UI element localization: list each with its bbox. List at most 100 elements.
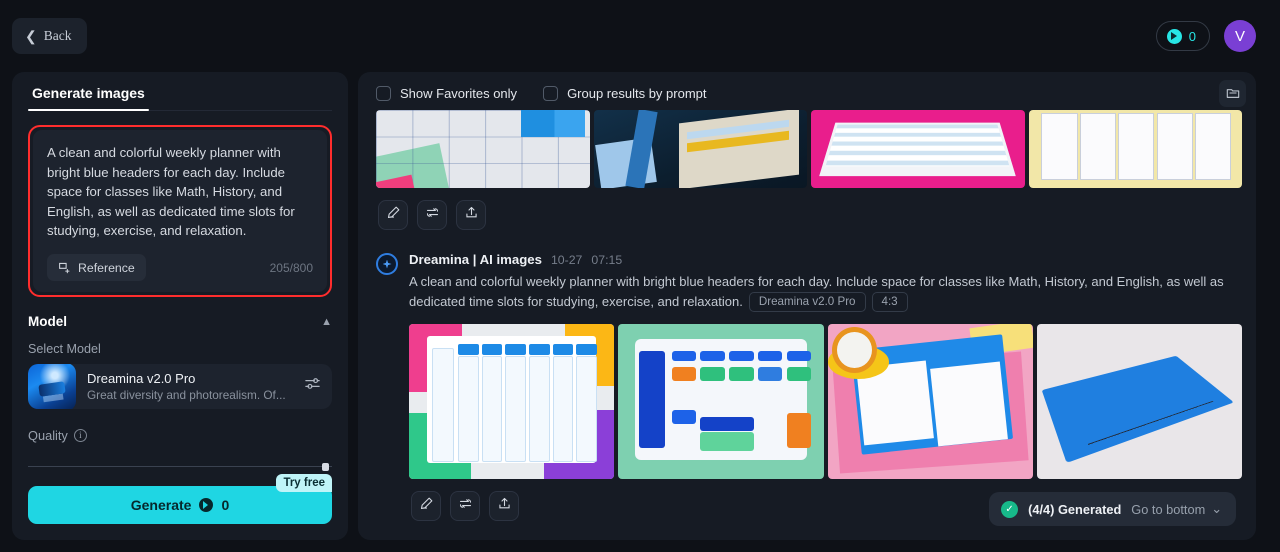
tag-ratio: 4:3 [871, 291, 908, 312]
model-description: Great diversity and photorealism. Of... [87, 387, 286, 402]
model-section-title: Model [28, 314, 67, 330]
top-bar: ❮ Back 0 V [0, 0, 1280, 72]
quality-label: Quality [28, 427, 68, 443]
sidebar: Generate images A clean and colorful wee… [12, 72, 348, 540]
upload-icon [497, 496, 512, 516]
image-content [827, 323, 1033, 479]
previous-result-actions [378, 200, 1242, 230]
regenerate-button[interactable] [450, 490, 480, 521]
credit-coin-icon [1166, 28, 1182, 44]
image-content [409, 323, 615, 479]
avatar-initial: V [1234, 27, 1245, 45]
back-label: Back [43, 28, 72, 43]
entry-title-row: Dreamina | AI images 10-27 07:15 [409, 252, 1242, 267]
model-thumbnail [28, 364, 76, 409]
result-entry: Dreamina | AI images 10-27 07:15 A clean… [376, 252, 1242, 521]
results-toolbar: Show Favorites only Group results by pro… [358, 76, 1256, 110]
quality-header: Quality i [28, 428, 332, 443]
model-selector[interactable]: Dreamina v2.0 Pro Great diversity and ph… [28, 364, 332, 409]
tag-model: Dreamina v2.0 Pro [748, 291, 866, 312]
model-name: Dreamina v2.0 Pro [87, 370, 196, 386]
chevron-left-icon: ❮ [25, 28, 37, 44]
show-favorites-label: Show Favorites only [400, 85, 518, 101]
reference-button[interactable]: Reference [47, 254, 146, 282]
spark-glyph [382, 259, 392, 269]
chevron-down-icon: ⌄ [1211, 501, 1222, 516]
prompt-input[interactable]: A clean and colorful weekly planner with… [47, 143, 313, 243]
pencil-icon [386, 205, 401, 225]
generated-image[interactable] [376, 110, 590, 188]
quality-slider[interactable] [28, 461, 332, 472]
slider-track [28, 465, 332, 468]
loop-arrows-icon [425, 205, 440, 225]
group-results-checkbox[interactable]: Group results by prompt [543, 85, 707, 101]
app-root: ❮ Back 0 V Generate images A clean and c… [0, 0, 1280, 552]
generated-image[interactable] [827, 323, 1033, 479]
top-bar-right: 0 V [1155, 20, 1256, 52]
model-meta: Dreamina v2.0 Pro Great diversity and ph… [87, 371, 293, 402]
image-content [1028, 110, 1242, 188]
body: Generate images A clean and colorful wee… [0, 72, 1280, 552]
add-image-icon [59, 263, 70, 274]
entry-header: Dreamina | AI images 10-27 07:15 A clean… [376, 252, 1242, 521]
entry-images [409, 323, 1242, 479]
results-scroll[interactable]: Dreamina | AI images 10-27 07:15 A clean… [358, 110, 1256, 540]
model-section-header: Model ▲ [28, 314, 332, 329]
entry-date: 10-27 [550, 253, 583, 267]
generate-label: Generate [130, 497, 192, 513]
select-model-label: Select Model [28, 342, 101, 357]
sidebar-tabs: Generate images [28, 72, 332, 112]
image-content [1036, 323, 1242, 479]
generated-image[interactable] [409, 323, 615, 479]
image-content [618, 323, 824, 479]
try-free-badge: Try free [276, 474, 332, 492]
checkbox-box[interactable] [376, 85, 391, 101]
back-button[interactable]: ❮ Back [12, 18, 88, 54]
tab-generate-images[interactable]: Generate images [28, 85, 149, 112]
avatar[interactable]: V [1224, 20, 1256, 52]
entry-prompt: A clean and colorful weekly planner with… [409, 272, 1242, 313]
share-button[interactable] [489, 490, 519, 521]
char-counter: 205/800 [269, 260, 313, 275]
generate-cost: 0 [221, 497, 230, 513]
generated-image[interactable] [618, 323, 824, 479]
regenerate-button[interactable] [417, 200, 447, 230]
share-button[interactable] [456, 200, 486, 230]
results-panel: Show Favorites only Group results by pro… [358, 72, 1256, 540]
chevron-up-icon[interactable]: ▲ [321, 316, 332, 328]
image-content [376, 110, 590, 188]
edit-button[interactable] [411, 490, 441, 521]
generated-image[interactable] [1028, 110, 1242, 188]
folder-icon[interactable] [1219, 79, 1246, 107]
generation-status-pill[interactable]: ✓ (4/4) Generated Go to bottom ⌄ [989, 492, 1236, 526]
group-results-label: Group results by prompt [567, 85, 707, 101]
loop-arrows-icon [458, 496, 473, 516]
tab-label: Generate images [32, 85, 145, 102]
status-text: (4/4) Generated [1028, 501, 1122, 517]
credits-pill[interactable]: 0 [1155, 21, 1210, 51]
info-icon[interactable]: i [73, 428, 87, 442]
sliders-icon[interactable] [304, 375, 321, 397]
entry-title: Dreamina | AI images [409, 252, 542, 267]
reference-label: Reference [78, 260, 135, 275]
entry-body: Dreamina | AI images 10-27 07:15 A clean… [409, 252, 1242, 521]
go-to-bottom-button[interactable]: Go to bottom ⌄ [1131, 501, 1222, 517]
generated-image[interactable] [1036, 323, 1242, 479]
edit-button[interactable] [378, 200, 408, 230]
check-circle-icon: ✓ [1001, 500, 1019, 518]
credits-value: 0 [1188, 28, 1196, 44]
prompt-footer: Reference 205/800 [47, 254, 313, 282]
show-favorites-checkbox[interactable]: Show Favorites only [376, 85, 518, 101]
prompt-highlight-box: A clean and colorful weekly planner with… [28, 125, 332, 298]
credit-coin-icon [199, 498, 214, 512]
upload-icon [464, 205, 479, 225]
checkbox-box[interactable] [543, 85, 559, 101]
entry-time: 07:15 [591, 253, 623, 267]
slider-knob[interactable] [321, 462, 329, 471]
prompt-card[interactable]: A clean and colorful weekly planner with… [33, 130, 327, 293]
generate-area: Try free Generate 0 [28, 474, 332, 524]
go-to-bottom-label: Go to bottom [1131, 501, 1206, 517]
generated-image[interactable] [593, 110, 807, 188]
generated-image[interactable] [811, 110, 1025, 188]
pencil-icon [419, 496, 434, 516]
